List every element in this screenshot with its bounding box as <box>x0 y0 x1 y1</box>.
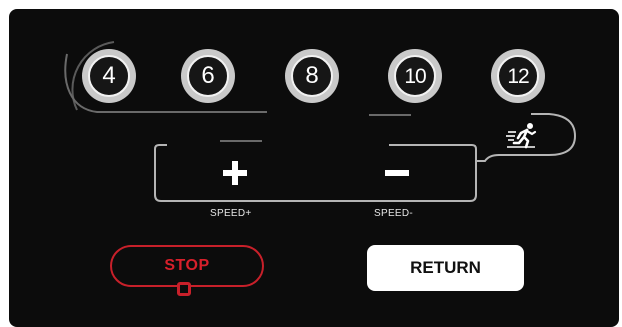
speed-preset-ring: 6 <box>187 55 229 97</box>
speed-preset-8-button[interactable]: 8 <box>285 49 339 103</box>
speed-preset-label: 6 <box>201 62 215 89</box>
speed-decrease-caption: SPEED- <box>374 208 414 219</box>
treadmill-control-panel: 4 6 8 10 12 SPEED+ SPEED- STOP RETURN <box>9 9 619 327</box>
speed-preset-label: 12 <box>507 64 529 88</box>
speed-preset-4-button[interactable]: 4 <box>82 49 136 103</box>
speed-preset-ring: 12 <box>497 55 539 97</box>
stop-button-label: STOP <box>164 257 210 274</box>
stop-button[interactable]: STOP <box>110 245 264 287</box>
speed-increase-caption: SPEED+ <box>210 208 252 219</box>
speed-preset-12-button[interactable]: 12 <box>491 49 545 103</box>
speed-preset-label: 4 <box>102 62 116 89</box>
minus-icon <box>385 170 409 176</box>
speed-preset-ring: 8 <box>291 55 333 97</box>
speed-increase-button[interactable] <box>205 153 265 193</box>
stop-indicator-icon <box>177 282 191 296</box>
running-man-icon[interactable] <box>505 121 539 149</box>
speed-preset-6-button[interactable]: 6 <box>181 49 235 103</box>
speed-preset-ring: 4 <box>88 55 130 97</box>
return-button[interactable]: RETURN <box>367 245 524 291</box>
return-button-label: RETURN <box>410 258 481 277</box>
speed-preset-10-button[interactable]: 10 <box>388 49 442 103</box>
speed-preset-ring: 10 <box>394 55 436 97</box>
speed-preset-label: 10 <box>404 64 426 88</box>
speed-decrease-button[interactable] <box>367 153 427 193</box>
plus-icon <box>223 161 247 185</box>
speed-preset-label: 8 <box>305 62 319 89</box>
